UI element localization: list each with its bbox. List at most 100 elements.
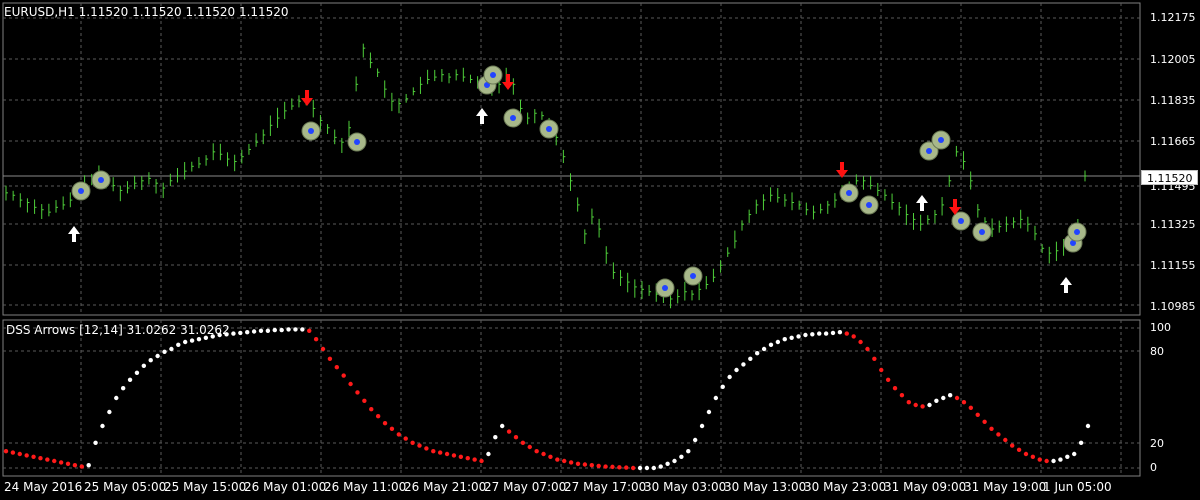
price-tick-3: 1.11835: [1150, 94, 1196, 107]
signal-circle-dot: [510, 115, 516, 121]
dss-dot: [589, 463, 594, 468]
signal-circle-dot: [354, 139, 360, 145]
dss-dot: [920, 404, 925, 409]
dss-dot: [679, 454, 684, 459]
dss-dot: [348, 381, 353, 387]
dss-dot: [251, 329, 257, 334]
dss-dot: [879, 367, 884, 373]
dss-dot: [465, 456, 470, 461]
dss-dot: [927, 402, 932, 408]
dss-dot: [658, 464, 663, 469]
dss-dot: [582, 462, 588, 467]
dss-dot: [1065, 454, 1070, 459]
time-label-10: 30 May 13:00: [724, 480, 807, 494]
time-label-3: 25 May 15:00: [164, 480, 247, 494]
dss-dot: [58, 460, 64, 465]
dss-dot: [86, 463, 91, 468]
dss-dot: [982, 419, 987, 424]
time-label-13: 31 May 19:00: [964, 480, 1047, 494]
dss-dot: [810, 332, 815, 337]
dss-dot: [1085, 423, 1091, 429]
dss-dot: [1072, 451, 1077, 457]
dss-dot: [941, 395, 946, 401]
dss-dot: [500, 423, 505, 429]
indicator-title: DSS Arrows [12,14] 31.0262 31.0262: [6, 323, 230, 337]
signal-circle-dot: [546, 126, 552, 132]
dss-dot: [858, 339, 863, 345]
dss-dot: [665, 461, 670, 466]
dss-dot: [272, 327, 277, 333]
dss-dot: [761, 346, 767, 352]
dss-dot: [148, 358, 153, 363]
dss-dot: [934, 398, 939, 403]
dss-dot: [79, 464, 85, 469]
price-tick-1: 1.12175: [1150, 11, 1196, 24]
dss-dot: [817, 331, 822, 336]
dss-dot: [1023, 451, 1029, 457]
dss-dot: [410, 440, 415, 445]
time-label-9: 30 May 03:00: [644, 480, 727, 494]
dss-dot: [107, 409, 112, 415]
dss-dot: [1078, 440, 1084, 445]
dss-dot: [782, 337, 787, 342]
dss-dot: [699, 423, 705, 429]
time-label-12: 31 May 09:00: [884, 480, 967, 494]
dss-dot: [610, 464, 615, 470]
time-label-8: 27 May 17:00: [564, 480, 647, 494]
signal-circle-dot: [979, 229, 985, 235]
signal-circle-dot: [690, 273, 696, 279]
dss-dot: [72, 463, 78, 468]
dss-dot: [534, 449, 539, 454]
dss-dot: [382, 421, 388, 426]
dss-dot: [562, 458, 567, 464]
signal-circle-dot: [98, 177, 104, 183]
dss-dot: [320, 346, 326, 352]
dss-dot: [258, 328, 264, 333]
dss-dot: [548, 454, 553, 459]
time-label-6: 26 May 21:00: [404, 480, 487, 494]
dss-dot: [830, 330, 836, 336]
signal-circle-dot: [926, 148, 932, 154]
dss-dot: [100, 423, 105, 429]
dss-dot: [176, 342, 181, 347]
dss-dot: [775, 339, 781, 345]
dss-dot: [596, 463, 601, 469]
dss-dot: [803, 332, 808, 338]
chart-canvas: [2, 2, 1141, 477]
dss-dot: [644, 465, 650, 471]
dss-dot: [52, 458, 57, 464]
dss-dot: [486, 451, 491, 457]
time-label-5: 26 May 11:00: [324, 480, 407, 494]
dss-dot: [1009, 443, 1015, 448]
dss-dot: [238, 330, 243, 336]
main-chart-title: EURUSD,H1 1.11520 1.11520 1.11520 1.1152…: [4, 5, 289, 19]
buy-arrow-icon: [1060, 277, 1072, 293]
main-window-frame: [2, 2, 1141, 316]
dss-dot: [265, 328, 271, 333]
level-tick-0: 0: [1150, 461, 1157, 474]
signal-circle-dot: [958, 218, 964, 224]
dss-dot: [458, 454, 464, 459]
time-label-4: 26 May 01:00: [244, 480, 327, 494]
signal-circle-dot: [308, 128, 314, 134]
signal-circle-dot: [938, 137, 944, 143]
dss-dot: [555, 457, 560, 462]
dss-dot: [17, 451, 22, 457]
dss-dot: [617, 465, 622, 470]
dss-dot: [1051, 458, 1056, 464]
dss-dot: [389, 426, 395, 431]
dss-dot: [1058, 457, 1063, 462]
dss-dot: [527, 444, 532, 450]
dss-dot: [417, 443, 422, 448]
dss-dot: [541, 451, 546, 457]
dss-dot: [114, 395, 119, 401]
dss-dot: [127, 377, 133, 382]
dss-dot: [279, 327, 284, 333]
dss-dot: [196, 337, 202, 342]
signal-circle-dot: [78, 188, 84, 194]
price-tick-7: 1.11155: [1150, 259, 1196, 272]
chart-area: EURUSD,H1 1.11520 1.11520 1.11520 1.1152…: [0, 0, 1200, 500]
dss-dot: [479, 458, 484, 464]
signal-circle-dot: [866, 202, 872, 208]
dss-dot: [1037, 457, 1042, 462]
